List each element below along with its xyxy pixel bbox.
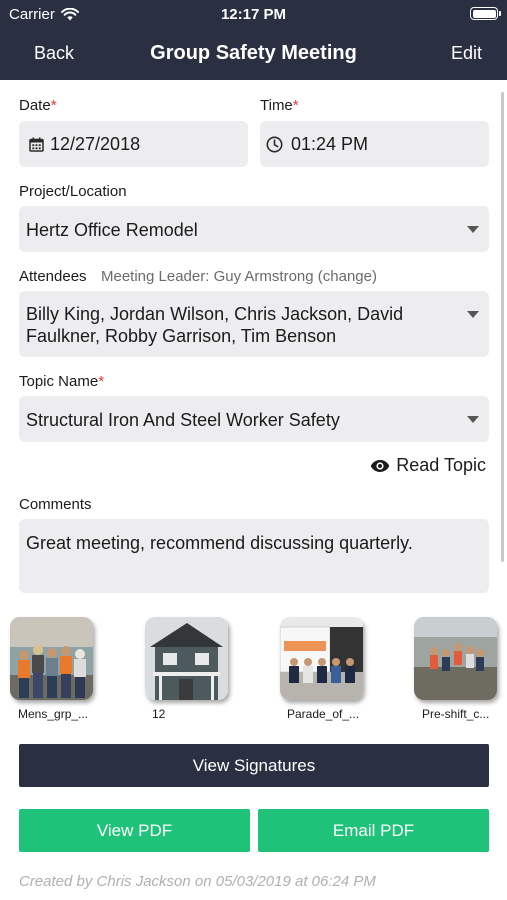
topic-label-text: Topic Name xyxy=(19,373,99,390)
caret-down-icon xyxy=(467,416,479,423)
date-value: 12/27/2018 xyxy=(50,134,141,154)
time-value: 01:24 PM xyxy=(291,134,369,154)
photo-image xyxy=(10,617,93,700)
photo-thumbnail[interactable] xyxy=(10,617,93,700)
status-bar: Carrier 12:17 PM xyxy=(0,0,507,28)
comments-label: Comments xyxy=(19,496,92,513)
time-label-text: Time xyxy=(260,97,293,114)
photo-thumbnail[interactable] xyxy=(145,617,228,700)
comments-textarea[interactable]: Great meeting, recommend discussing quar… xyxy=(19,519,489,593)
photo-thumbnail[interactable] xyxy=(280,617,363,700)
time-field[interactable]: 01:24 PM xyxy=(260,121,489,167)
read-topic-button[interactable]: Read Topic xyxy=(370,455,486,476)
project-value: Hertz Office Remodel xyxy=(26,220,198,240)
date-field[interactable]: 12/27/2018 xyxy=(19,121,248,167)
required-mark: * xyxy=(50,97,57,114)
view-pdf-button[interactable]: View PDF xyxy=(19,809,250,852)
caret-down-icon xyxy=(467,311,479,318)
edit-button[interactable]: Edit xyxy=(451,43,482,64)
date-label: Date* xyxy=(19,97,57,114)
comments-value: Great meeting, recommend discussing quar… xyxy=(26,533,413,553)
calendar-icon xyxy=(29,137,44,152)
read-topic-label: Read Topic xyxy=(396,455,486,475)
photo-caption: Pre-shift_c... xyxy=(422,707,490,721)
topic-label: Topic Name* xyxy=(19,373,104,390)
topic-select[interactable]: Structural Iron And Steel Worker Safety xyxy=(19,396,489,442)
project-select[interactable]: Hertz Office Remodel xyxy=(19,206,489,252)
photo-caption: Mens_grp_... xyxy=(18,707,89,721)
required-mark: * xyxy=(98,373,105,390)
attendees-line: Faulkner, Robby Garrison, Tim Benson xyxy=(26,326,337,346)
eye-icon xyxy=(371,459,390,472)
photo-thumbnail[interactable] xyxy=(414,617,497,700)
topic-value: Structural Iron And Steel Worker Safety xyxy=(26,410,340,430)
attendees-label: Attendees xyxy=(19,268,87,285)
meeting-leader-link[interactable]: Meeting Leader: Guy Armstrong (change) xyxy=(101,268,377,285)
required-mark: * xyxy=(292,97,299,114)
time-label: Time* xyxy=(260,97,299,114)
battery-icon xyxy=(470,7,501,20)
photo-caption: 12 xyxy=(152,707,166,721)
attendees-value: Billy King, Jordan Wilson, Chris Jackson… xyxy=(26,303,453,347)
nav-bar: Back Group Safety Meeting Edit xyxy=(0,28,507,80)
attendees-select[interactable]: Billy King, Jordan Wilson, Chris Jackson… xyxy=(19,291,489,357)
photo-caption: Parade_of_... xyxy=(287,707,360,721)
photo-image xyxy=(145,617,228,700)
status-time: 12:17 PM xyxy=(220,6,287,23)
clock-icon xyxy=(266,136,283,153)
project-label: Project/Location xyxy=(19,183,127,200)
photo-image xyxy=(280,617,363,700)
page-title: Group Safety Meeting xyxy=(150,42,357,64)
header-bar: Carrier 12:17 PM Back Group Safety Meeti… xyxy=(0,0,507,80)
photo-image xyxy=(414,617,497,700)
date-label-text: Date xyxy=(19,97,51,114)
scrollbar[interactable] xyxy=(501,92,504,562)
email-pdf-button[interactable]: Email PDF xyxy=(258,809,489,852)
attendees-line: Billy King, Jordan Wilson, Chris Jackson… xyxy=(26,304,404,324)
view-signatures-button[interactable]: View Signatures xyxy=(19,744,489,787)
created-by-text: Created by Chris Jackson on 05/03/2019 a… xyxy=(19,873,376,890)
caret-down-icon xyxy=(467,226,479,233)
